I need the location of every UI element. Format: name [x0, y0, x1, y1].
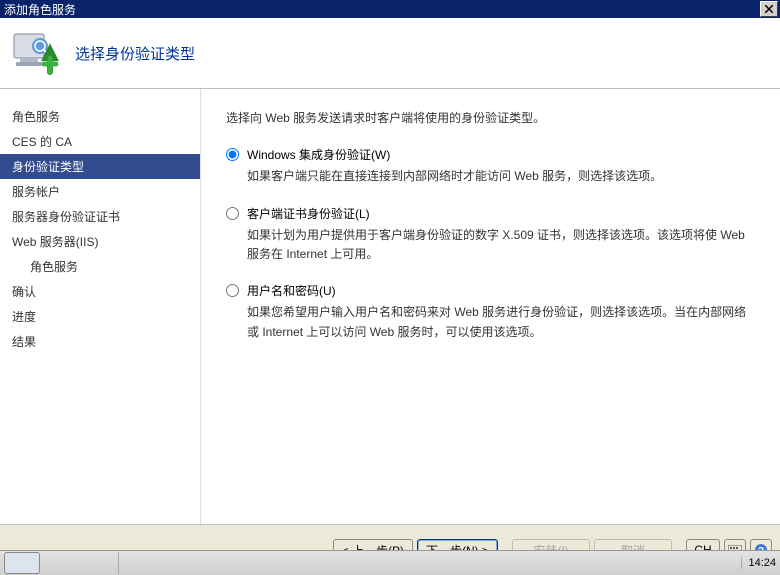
auth-option-desc: 如果客户端只能在直接连接到内部网络时才能访问 Web 服务，则选择该选项。 [247, 167, 755, 186]
auth-option-desc: 如果计划为用户提供用于客户端身份验证的数字 X.509 证书，则选择该选项。该选… [247, 226, 755, 264]
sidebar-step[interactable]: 进度 [0, 304, 200, 329]
auth-option-label: 用户名和密码(U) [247, 282, 336, 301]
clock: 14:24 [748, 557, 776, 569]
sidebar-step[interactable]: Web 服务器(IIS) [0, 229, 200, 254]
auth-radio[interactable] [226, 284, 239, 297]
titlebar: 添加角色服务 [0, 0, 780, 18]
sidebar-step[interactable]: 身份验证类型 [0, 154, 200, 179]
sidebar-step[interactable]: 服务帐户 [0, 179, 200, 204]
content-pane: 选择向 Web 服务发送请求时客户端将使用的身份验证类型。 Windows 集成… [201, 89, 780, 524]
sidebar-step[interactable]: 结果 [0, 329, 200, 354]
quick-launch [44, 552, 119, 574]
auth-option-label: 客户端证书身份验证(L) [247, 205, 370, 224]
start-button[interactable] [4, 552, 40, 574]
sidebar-step[interactable]: 服务器身份验证证书 [0, 204, 200, 229]
sidebar-step[interactable]: 角色服务 [0, 104, 200, 129]
auth-radio[interactable] [226, 148, 239, 161]
page-title: 选择身份验证类型 [75, 43, 195, 64]
wizard-icon [10, 28, 60, 78]
ql-item[interactable] [68, 552, 90, 574]
system-tray: 14:24 [741, 557, 776, 569]
window-title: 添加角色服务 [4, 1, 760, 18]
ql-item[interactable] [44, 552, 66, 574]
sidebar-step[interactable]: 确认 [0, 279, 200, 304]
close-icon [765, 5, 773, 13]
content-prompt: 选择向 Web 服务发送请求时客户端将使用的身份验证类型。 [226, 109, 755, 128]
auth-option-desc: 如果您希望用户输入用户名和密码来对 Web 服务进行身份验证，则选择该选项。当在… [247, 303, 755, 341]
sidebar-step[interactable]: CES 的 CA [0, 129, 200, 154]
page-header: 选择身份验证类型 [0, 18, 780, 89]
taskbar: 14:24 [0, 550, 780, 575]
sidebar-step[interactable]: 角色服务 [0, 254, 200, 279]
ql-item[interactable] [92, 552, 114, 574]
auth-option: 客户端证书身份验证(L) 如果计划为用户提供用于客户端身份验证的数字 X.509 … [226, 205, 755, 265]
auth-option: Windows 集成身份验证(W) 如果客户端只能在直接连接到内部网络时才能访问 … [226, 146, 755, 186]
auth-radio[interactable] [226, 207, 239, 220]
auth-option: 用户名和密码(U) 如果您希望用户输入用户名和密码来对 Web 服务进行身份验证，… [226, 282, 755, 342]
close-button[interactable] [760, 1, 778, 17]
auth-option-label: Windows 集成身份验证(W) [247, 146, 390, 165]
wizard-steps-sidebar: 角色服务CES 的 CA身份验证类型服务帐户服务器身份验证证书Web 服务器(I… [0, 89, 201, 524]
